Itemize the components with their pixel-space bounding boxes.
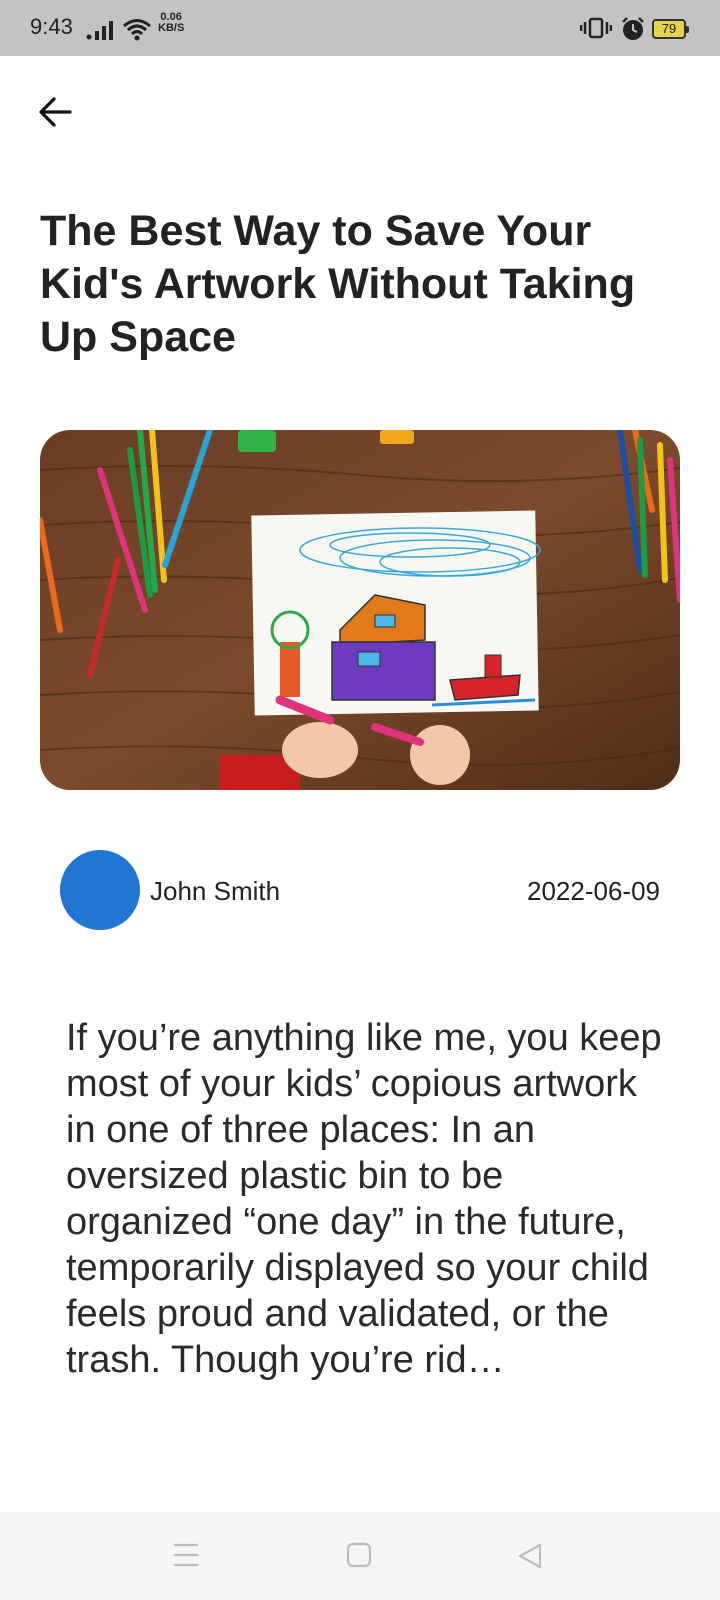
network-speed: 0.06 KB/S	[158, 12, 184, 34]
article-excerpt[interactable]: If you’re anything like me, you keep mos…	[66, 1015, 666, 1383]
system-nav-bar	[0, 1512, 720, 1600]
status-time: 9:43	[30, 14, 73, 39]
battery-icon: 79	[652, 19, 689, 39]
vibrate-icon	[579, 17, 613, 44]
author-name[interactable]: John Smith	[150, 876, 280, 907]
square-icon[interactable]	[346, 1542, 372, 1573]
triangle-back-icon[interactable]	[516, 1542, 544, 1575]
article-title: The Best Way to Save Your Kid's Artwork …	[40, 207, 636, 361]
status-bar: 9:43 0.06 KB/S 79	[0, 0, 720, 56]
wifi-icon	[122, 18, 152, 47]
menu-icon[interactable]	[172, 1542, 200, 1573]
network-speed-unit: KB/S	[158, 22, 185, 34]
arrow-left-icon	[39, 97, 72, 127]
signal-icon	[86, 20, 116, 45]
post-date: 2022-06-09	[527, 876, 660, 906]
article-hero-image	[40, 430, 680, 790]
alarm-icon	[620, 16, 646, 47]
author-row: John Smith 2022-06-09	[60, 850, 660, 930]
avatar[interactable]	[60, 850, 140, 930]
kids-artwork-illustration	[40, 430, 680, 790]
back-button[interactable]	[36, 92, 76, 132]
